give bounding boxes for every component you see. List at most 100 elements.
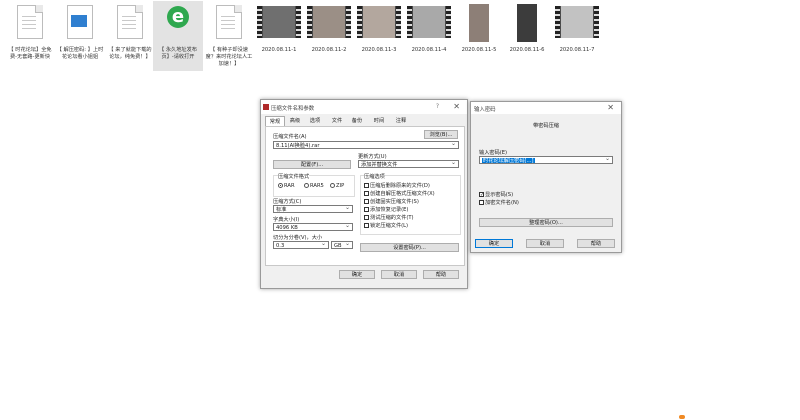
format-radio-zip[interactable]: ZIP [330, 183, 344, 189]
file-item[interactable]: 【 解压密码: 】上时花论坛看小姐姐 [56, 2, 104, 61]
close-icon[interactable]: ✕ [607, 103, 614, 112]
internet-explorer-icon: e [167, 6, 189, 28]
format-label: 压缩文件格式 [278, 173, 310, 180]
file-item[interactable]: 2020.08.11-6 [503, 2, 551, 54]
help-icon[interactable]: ? [436, 103, 439, 110]
video-file-icon [407, 6, 451, 38]
organize-passwords-button[interactable]: 整理密码(O)... [479, 218, 613, 227]
file-caption: 2020.08.11-4 [411, 47, 447, 53]
checkbox-icon [479, 200, 484, 205]
file-item[interactable]: 2020.08.11-5 [455, 2, 503, 54]
browse-button[interactable]: 浏览(B)... [424, 130, 458, 139]
file-item[interactable]: 【 有种子却没速度？来时花论坛人工加速！】 [205, 2, 253, 68]
split-label: 切分为分卷(V)，大小 [273, 235, 323, 241]
file-item[interactable]: 2020.08.11-4 [405, 2, 453, 54]
file-item[interactable]: 2020.08.11-1 [255, 2, 303, 54]
option-test[interactable]: 测试压缩的文件(T) [364, 214, 414, 221]
ok-button[interactable]: 确定 [339, 270, 375, 279]
format-radio-rar5[interactable]: RAR5 [304, 183, 324, 189]
option-solid[interactable]: 创建固实压缩文件(S) [364, 198, 419, 205]
file-item[interactable]: 【 时花论坛】全免费-无套路-更新快 [6, 2, 54, 61]
file-item-selected[interactable]: e 【 永久地址发布页】-请收打开 [153, 1, 203, 71]
file-caption: 【 永久地址发布页】-请收打开 [159, 47, 197, 60]
split-unit-select[interactable]: GB [331, 241, 353, 249]
radio-icon [330, 183, 335, 188]
radio-icon [304, 183, 309, 188]
tab-time[interactable]: 时间 [371, 116, 387, 126]
password-dialog-title: 输入密码 [474, 107, 496, 113]
checkbox-icon [364, 183, 369, 188]
method-label: 压缩方式(C) [273, 199, 302, 205]
file-item[interactable]: 2020.08.11-3 [355, 2, 403, 54]
format-radio-rar[interactable]: RAR [278, 183, 295, 189]
option-lock[interactable]: 锁定压缩文件(L) [364, 222, 408, 229]
close-icon[interactable]: ✕ [453, 102, 460, 111]
file-caption: 2020.08.11-1 [261, 47, 297, 53]
file-item[interactable]: 2020.08.11-2 [305, 2, 353, 54]
password-label: 输入密码(E) [479, 150, 508, 156]
option-recovery[interactable]: 添加恢复记录(E) [364, 206, 408, 213]
tab-options[interactable]: 选项 [307, 116, 323, 126]
password-heading: 带密码压缩 [533, 123, 559, 129]
password-dialog: 输入密码 ✕ 带密码压缩 输入密码(E) 时花论坛解压密码[...] ✓显示密码… [470, 101, 622, 253]
archive-dialog-titlebar[interactable]: 压缩文件名和参数 ? ✕ [261, 100, 467, 114]
video-file-icon [357, 6, 401, 38]
checkbox-icon [364, 191, 369, 196]
file-caption: 2020.08.11-2 [311, 47, 347, 53]
ok-button[interactable]: 确定 [475, 239, 513, 248]
option-delete-after[interactable]: 压缩后删除原来的文件(D) [364, 182, 430, 189]
video-file-icon [257, 6, 301, 38]
checkbox-icon [364, 223, 369, 228]
tab-advanced[interactable]: 高级 [287, 116, 303, 126]
document-icon [117, 5, 143, 39]
tab-comment[interactable]: 注释 [393, 116, 409, 126]
profile-button[interactable]: 配置(F)... [273, 160, 351, 169]
video-file-icon [469, 4, 489, 42]
winrar-icon [263, 104, 269, 110]
file-list: 【 时花论坛】全免费-无套路-更新快 【 解压密码: 】上时花论坛看小姐姐 【 … [0, 0, 800, 80]
archive-name-label: 压缩文件名(A) [273, 134, 307, 140]
tray-mark [679, 415, 685, 419]
help-button[interactable]: 帮助 [577, 239, 615, 248]
file-item[interactable]: 2020.08.11-7 [553, 2, 601, 54]
checkbox-checked-icon: ✓ [479, 192, 485, 198]
tab-backup[interactable]: 备份 [349, 116, 365, 126]
show-password-checkbox[interactable]: ✓显示密码(S) [479, 191, 513, 198]
checkbox-icon [364, 207, 369, 212]
file-caption: 【 解压密码: 】上时花论坛看小姐姐 [56, 47, 104, 60]
tab-files[interactable]: 文件 [329, 116, 345, 126]
update-mode-label: 更新方式(U) [358, 154, 387, 160]
archive-name-input[interactable]: 8.11(AI换脸4).rar [273, 141, 459, 149]
update-mode-select[interactable]: 添加并替换文件 [358, 160, 459, 168]
file-caption: 2020.08.11-5 [461, 47, 497, 53]
checkbox-icon [364, 215, 369, 220]
file-caption: 【 有种子却没速度？来时花论坛人工加速！】 [205, 47, 253, 67]
password-input[interactable]: 时花论坛解压密码[...] [479, 156, 613, 164]
options-label: 压缩选项 [364, 173, 385, 180]
checkbox-icon [364, 199, 369, 204]
archive-dialog: 压缩文件名和参数 ? ✕ 常规 高级 选项 文件 备份 时间 注释 压缩文件名(… [260, 99, 468, 289]
set-password-button[interactable]: 设置密码(P)... [360, 243, 459, 252]
document-icon [216, 5, 242, 39]
video-file-icon [517, 4, 537, 42]
encrypt-names-checkbox[interactable]: 加密文件名(N) [479, 199, 519, 206]
method-select[interactable]: 标准 [273, 205, 353, 213]
file-caption: 2020.08.11-7 [559, 47, 595, 53]
cancel-button[interactable]: 取消 [381, 270, 417, 279]
archive-dialog-title: 压缩文件名和参数 [271, 106, 315, 112]
option-sfx[interactable]: 创建自解压格式压缩文件(X) [364, 190, 435, 197]
password-dialog-titlebar[interactable]: 输入密码 ✕ [471, 102, 621, 114]
video-file-icon [555, 6, 599, 38]
cancel-button[interactable]: 取消 [526, 239, 564, 248]
dict-select[interactable]: 4096 KB [273, 223, 353, 231]
document-icon [17, 5, 43, 39]
dict-label: 字典大小(I) [273, 217, 300, 223]
file-caption: 【 时花论坛】全免费-无套路-更新快 [8, 47, 52, 60]
file-caption: 2020.08.11-3 [361, 47, 397, 53]
radio-selected-icon [278, 183, 283, 188]
file-item[interactable]: 【 来了就能下载的论坛，纯免费！】 [106, 2, 154, 61]
split-size-input[interactable]: 0.3 [273, 241, 329, 249]
file-caption: 2020.08.11-6 [509, 47, 545, 53]
file-caption: 【 来了就能下载的论坛，纯免费！】 [108, 47, 152, 60]
help-button[interactable]: 帮助 [423, 270, 459, 279]
